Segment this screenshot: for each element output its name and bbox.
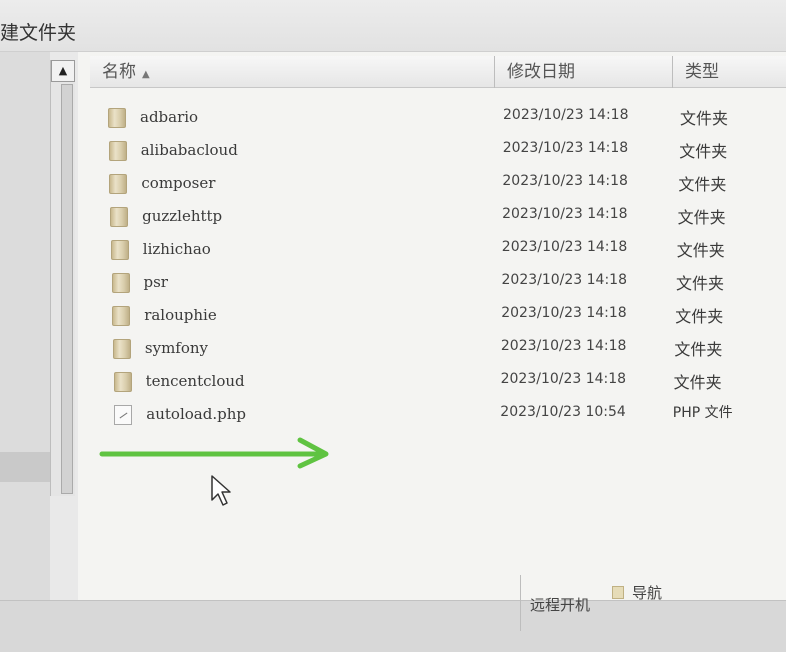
status-divider [520, 575, 521, 631]
file-date: 2023/10/23 14:18 [502, 206, 628, 222]
file-date: 2023/10/23 14:18 [501, 305, 627, 321]
folder-icon [108, 141, 127, 161]
file-name: ralouphie [144, 306, 217, 324]
file-name: guzzlehttp [142, 207, 223, 225]
navigation-pane[interactable] [0, 52, 50, 612]
mouse-cursor-icon [211, 475, 231, 506]
folder-icon [110, 207, 129, 227]
navigation-link[interactable]: 导航 [612, 582, 662, 603]
file-type: 文件夹 [674, 340, 723, 359]
file-name: adbario [140, 108, 199, 126]
folder-icon [112, 306, 131, 326]
file-date: 2023/10/23 14:18 [503, 107, 629, 123]
file-date: 2023/10/23 14:18 [501, 272, 628, 288]
scroll-up-button[interactable]: ▲ [51, 60, 75, 82]
file-type: 文件夹 [675, 307, 724, 326]
file-name: composer [141, 174, 216, 192]
file-row[interactable]: ralouphie 2023/10/23 14:18 文件夹 [112, 302, 752, 332]
file-name: tencentcloud [145, 372, 245, 390]
file-date: 2023/10/23 14:18 [502, 140, 629, 156]
column-header: 名称 ▲ 修改日期 类型 [90, 56, 786, 88]
file-row[interactable]: symfony 2023/10/23 14:18 文件夹 [112, 335, 753, 365]
folder-icon [112, 339, 131, 359]
green-arrow-annotation [99, 437, 329, 469]
remote-boot-link[interactable]: 远程开机 [530, 594, 590, 615]
file-name: symfony [144, 339, 209, 357]
new-folder-button[interactable]: 建文件夹 [0, 18, 76, 45]
column-header-type-label: 类型 [685, 62, 719, 82]
folder-icon [113, 372, 132, 392]
file-type: 文件夹 [677, 208, 726, 227]
file-date: 2023/10/23 10:54 [500, 404, 626, 420]
navigation-scrollbar[interactable]: ▲ [50, 60, 75, 496]
column-header-date[interactable]: 修改日期 [495, 56, 673, 88]
file-row[interactable]: psr 2023/10/23 14:18 文件夹 [111, 269, 752, 299]
folder-icon [108, 108, 126, 128]
folder-icon [612, 586, 624, 599]
navigation-link-label: 导航 [632, 584, 663, 602]
file-row[interactable]: alibabacloud 2023/10/23 14:18 文件夹 [108, 137, 749, 167]
file-date: 2023/10/23 14:18 [501, 239, 628, 255]
folder-icon [111, 273, 130, 293]
file-row[interactable]: tencentcloud 2023/10/23 14:18 文件夹 [113, 368, 754, 398]
navigation-selected-item[interactable] [0, 452, 50, 482]
column-header-type[interactable]: 类型 [673, 56, 786, 88]
file-row[interactable]: adbario 2023/10/23 14:18 文件夹 [108, 104, 748, 134]
file-row[interactable]: autoload.php 2023/10/23 10:54 PHP 文件 [114, 401, 754, 431]
folder-icon [109, 174, 128, 194]
file-type: 文件夹 [673, 373, 722, 392]
file-type: 文件夹 [680, 109, 729, 128]
file-type: 文件夹 [679, 142, 728, 161]
toolbar: 建文件夹 [0, 0, 786, 52]
file-date: 2023/10/23 14:18 [502, 173, 628, 189]
column-header-name[interactable]: 名称 ▲ [90, 56, 495, 88]
status-bar [0, 600, 786, 652]
file-name: lizhichao [142, 240, 211, 258]
column-header-date-label: 修改日期 [507, 62, 575, 82]
file-date: 2023/10/23 14:18 [500, 338, 627, 354]
file-row[interactable]: lizhichao 2023/10/23 14:18 文件夹 [110, 236, 751, 266]
file-name: autoload.php [146, 405, 246, 423]
file-name: alibabacloud [140, 141, 238, 159]
file-type: 文件夹 [678, 175, 727, 194]
file-name: psr [143, 273, 168, 291]
file-type: PHP 文件 [672, 405, 733, 421]
file-date: 2023/10/23 14:18 [500, 371, 627, 387]
file-type: 文件夹 [676, 274, 725, 293]
file-row[interactable]: guzzlehttp 2023/10/23 14:18 文件夹 [110, 203, 750, 233]
file-row[interactable]: composer 2023/10/23 14:18 文件夹 [109, 170, 749, 200]
scroll-thumb[interactable] [61, 84, 73, 494]
file-type: 文件夹 [676, 241, 725, 260]
column-header-name-label: 名称 [102, 62, 136, 82]
sort-ascending-icon: ▲ [142, 69, 150, 80]
php-file-icon [114, 405, 133, 425]
folder-icon [110, 240, 129, 260]
